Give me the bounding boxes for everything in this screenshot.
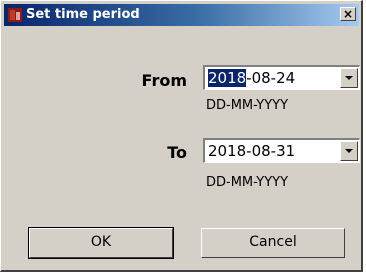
from-dropdown-arrow-icon[interactable] (340, 68, 358, 88)
set-time-period-dialog: Set time period × From 2018-08-24 DD-MM-… (0, 0, 363, 272)
ok-button[interactable]: OK (28, 227, 174, 259)
cancel-button[interactable]: Cancel (201, 228, 345, 258)
close-button[interactable]: × (340, 7, 356, 21)
to-dropdown-arrow-icon[interactable] (340, 141, 358, 161)
from-label: From (141, 71, 187, 90)
from-date-selected-text: 2018 (208, 69, 247, 87)
from-date-value[interactable]: 2018-08-24 (208, 69, 295, 87)
title-bar[interactable]: Set time period × (4, 4, 359, 26)
to-date-combobox[interactable]: 2018-08-31 (203, 138, 360, 163)
window-title: Set time period (26, 7, 140, 22)
to-label: To (167, 143, 187, 162)
app-icon (8, 8, 22, 22)
from-date-combobox[interactable]: 2018-08-24 (203, 65, 360, 90)
from-format-hint: DD-MM-YYYY (206, 98, 289, 113)
to-format-hint: DD-MM-YYYY (206, 175, 289, 190)
to-date-value[interactable]: 2018-08-31 (208, 142, 295, 160)
from-date-rest-text: -08-24 (246, 69, 296, 87)
